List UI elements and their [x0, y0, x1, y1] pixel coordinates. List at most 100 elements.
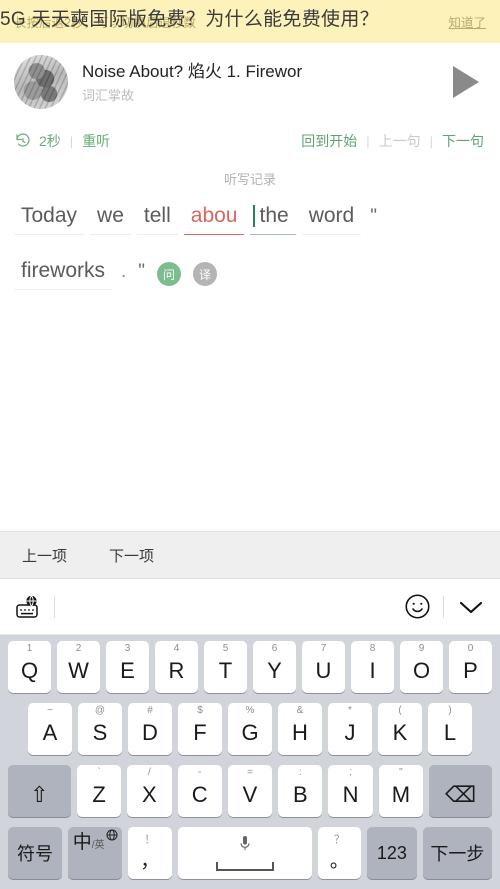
key-m[interactable]: " M [378, 765, 424, 817]
playback-controls-right: 回到开始 | 上一句 | 下一句 [299, 131, 486, 151]
period-key-label: 。 [329, 851, 349, 872]
prev-item-button[interactable]: 上一项 [22, 545, 67, 566]
dictation-word-active-text: the [259, 204, 289, 227]
language-switch-key[interactable]: 中 /英 [68, 827, 123, 879]
key-hint: 2 [75, 643, 82, 654]
key-e[interactable]: 3E [106, 641, 149, 693]
key-hint: @ [94, 705, 106, 716]
key-p[interactable]: 0P [449, 641, 492, 693]
comma-key[interactable]: ！ ， [128, 827, 172, 879]
dictation-word[interactable]: fireworks [14, 257, 113, 290]
rewind-clock-icon[interactable] [14, 132, 32, 150]
key-hint: 1 [26, 643, 33, 654]
key-v[interactable]: = V [227, 765, 273, 817]
smiley-icon[interactable] [404, 593, 431, 620]
comma-key-hint: ！ [144, 834, 156, 846]
shift-icon: ⇧ [30, 782, 49, 807]
key-l[interactable]: ) L [428, 703, 472, 755]
microphone-icon[interactable] [237, 835, 253, 858]
rewind-seconds-label[interactable]: 2秒 [37, 131, 63, 151]
key-a[interactable]: ~ A [28, 703, 72, 755]
period-key[interactable]: ？ 。 [317, 827, 361, 879]
toolbar-divider-2 [443, 595, 444, 618]
key-d[interactable]: # D [128, 703, 172, 755]
key-n[interactable]: ; N [328, 765, 373, 817]
key-o[interactable]: 9O [400, 641, 443, 693]
key-b[interactable]: :B [278, 765, 323, 817]
dictation-word[interactable]: we [90, 202, 131, 235]
translate-badge-icon[interactable]: 译 [193, 262, 218, 286]
key-h[interactable]: & H [278, 703, 322, 755]
ask-badge-icon[interactable]: 问 [157, 262, 182, 286]
key-hint: 6 [271, 643, 278, 654]
key-q[interactable]: 1Q [8, 641, 51, 693]
play-icon [453, 66, 479, 98]
key-label: F [193, 720, 207, 745]
key-f[interactable]: $ F [178, 703, 222, 755]
key-label: P [463, 658, 478, 683]
text-caret [253, 205, 256, 227]
key-u[interactable]: 7U [302, 641, 345, 693]
key-label: I [369, 658, 376, 683]
key-y[interactable]: 6Y [253, 641, 296, 693]
key-w[interactable]: 2W [57, 641, 100, 693]
key-j[interactable]: * J [328, 703, 372, 755]
key-z[interactable]: ` Z [76, 765, 122, 817]
toolbar-divider [54, 595, 55, 618]
key-hint: " [399, 767, 403, 778]
key-label: A [42, 720, 58, 745]
keyboard-toolbar [0, 579, 500, 635]
key-s[interactable]: @ S [78, 703, 122, 755]
prev-sentence-button[interactable]: 上一句 [377, 131, 423, 151]
next-item-button[interactable]: 下一项 [109, 545, 154, 566]
track-meta: Noise About? 焰火 1. Firewor 词汇掌故 [68, 60, 446, 105]
next-step-key-label: 下一步 [430, 844, 485, 864]
dictation-word[interactable]: Today [14, 202, 85, 235]
virtual-keyboard: 1Q 2W 3E 4R 5T 6Y 7U 8I 9O 0P ~ A @ S # D $… [0, 635, 500, 889]
key-hint: % [245, 705, 255, 716]
restart-button[interactable]: 回到开始 [299, 131, 359, 151]
key-g[interactable]: % G [228, 703, 272, 755]
tip-banner-dismiss-button[interactable]: 知道了 [438, 12, 486, 31]
key-hint: * [348, 705, 352, 716]
key-label: Z [92, 782, 106, 807]
key-k[interactable]: (K [378, 703, 422, 755]
keyboard-row-3: ⇧ ` Z / X -C = V :B ; N " M ⌫ [3, 765, 497, 817]
globe-keyboard-icon[interactable] [14, 594, 42, 620]
key-label: B [292, 782, 308, 807]
space-key[interactable] [177, 827, 312, 879]
key-r[interactable]: 4R [155, 641, 198, 693]
key-hint: 3 [124, 643, 131, 654]
key-t[interactable]: 5T [204, 641, 247, 693]
audio-player: Noise About? 焰火 1. Firewor 词汇掌故 [0, 43, 500, 121]
tip-banner: 长按后退2秒，可以切换后退秒数 知道了 [0, 0, 500, 43]
symbols-key[interactable]: 符号 [8, 827, 63, 879]
next-step-key[interactable]: 下一步 [422, 827, 492, 879]
dictation-word[interactable]: word [301, 202, 362, 235]
numeric-key-label: 123 [376, 842, 407, 863]
period-key-hint: ？ [333, 834, 345, 846]
play-button[interactable] [446, 62, 486, 102]
key-c[interactable]: -C [177, 765, 222, 817]
dictation-word[interactable]: tell [136, 202, 178, 235]
shift-key[interactable]: ⇧ [7, 765, 71, 817]
key-label: H [292, 720, 308, 745]
app-root: 5G 天天奭国际版免费？为什么能免费使用？ 长按后退2秒，可以切换后退秒数 知道… [0, 0, 500, 889]
key-label: T [218, 658, 233, 683]
replay-button[interactable]: 重听 [80, 131, 112, 151]
key-i[interactable]: 8I [351, 641, 394, 693]
key-label: R [168, 658, 185, 683]
numeric-key[interactable]: 123 [366, 827, 417, 879]
key-label: O [412, 658, 431, 683]
key-label: G [241, 720, 259, 745]
dictation-word-incorrect[interactable]: abou [183, 202, 245, 235]
next-sentence-button[interactable]: 下一句 [440, 131, 486, 151]
chevron-down-icon[interactable] [456, 597, 486, 617]
dictation-word-active[interactable]: the [250, 202, 296, 235]
backspace-icon: ⌫ [445, 782, 477, 807]
key-hint: $ [197, 705, 203, 716]
key-x[interactable]: / X [127, 765, 172, 817]
key-label: C [191, 782, 208, 807]
comma-key-label: ， [140, 851, 160, 872]
backspace-key[interactable]: ⌫ [429, 765, 493, 817]
